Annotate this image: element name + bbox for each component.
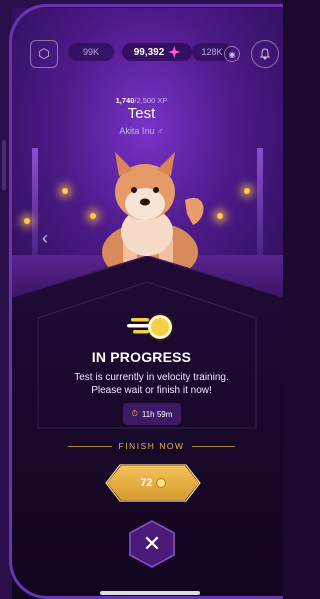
finish-now-button[interactable]: 72 [107, 466, 199, 500]
close-icon: ✕ [142, 531, 162, 556]
chevron-left-icon[interactable]: ‹ [42, 228, 48, 249]
close-button[interactable]: ✕ [129, 520, 175, 568]
pet-xp: 1,740/2,500 XP [0, 96, 283, 105]
lantern-light [244, 188, 250, 194]
xp-rest: /2,500 XP [134, 96, 168, 105]
finish-now-label: FINISH NOW [118, 441, 185, 451]
stopwatch-icon: ⏱ [131, 409, 138, 418]
status-message: Test is currently in velocity training. … [74, 372, 229, 396]
hexagon-profile-icon[interactable]: ⬡ [30, 40, 58, 68]
gem-balance-value: 99,392 [133, 46, 165, 58]
currency-left-value: 99K [82, 47, 99, 57]
finish-now-divider: FINISH NOW [68, 441, 235, 451]
gem-icon [168, 46, 181, 58]
coin-icon [155, 478, 166, 488]
velocity-training-icon [127, 313, 174, 341]
remaining-time: 11h 59m [141, 409, 173, 419]
pet-breed: Akita Inu ♂ [119, 126, 164, 136]
remaining-time-badge: ⏱ 11h 59m [123, 403, 181, 425]
divider-line [191, 445, 235, 447]
status-title: IN PROGRESS [91, 349, 192, 365]
home-indicator [100, 591, 200, 595]
gem-balance-pill[interactable]: 99,392 [122, 43, 192, 61]
lantern-light [217, 213, 223, 219]
bell-icon[interactable] [251, 40, 279, 68]
lantern-light [62, 188, 68, 194]
pet-name: Test [127, 105, 156, 122]
app-screen: ⬡ 99K 99,392 128K ◉ 1,740/2,500 XP Test … [0, 0, 283, 599]
xp-current: 1,740 [115, 96, 135, 105]
lantern-light [24, 218, 30, 224]
globe-icon[interactable]: ◉ [224, 46, 240, 62]
currency-right-value: 128K [201, 47, 223, 57]
currency-left-pill[interactable]: 99K [68, 43, 114, 61]
divider-line [68, 445, 112, 447]
finish-cost: 72 [140, 477, 153, 489]
device-side-button [2, 140, 6, 190]
